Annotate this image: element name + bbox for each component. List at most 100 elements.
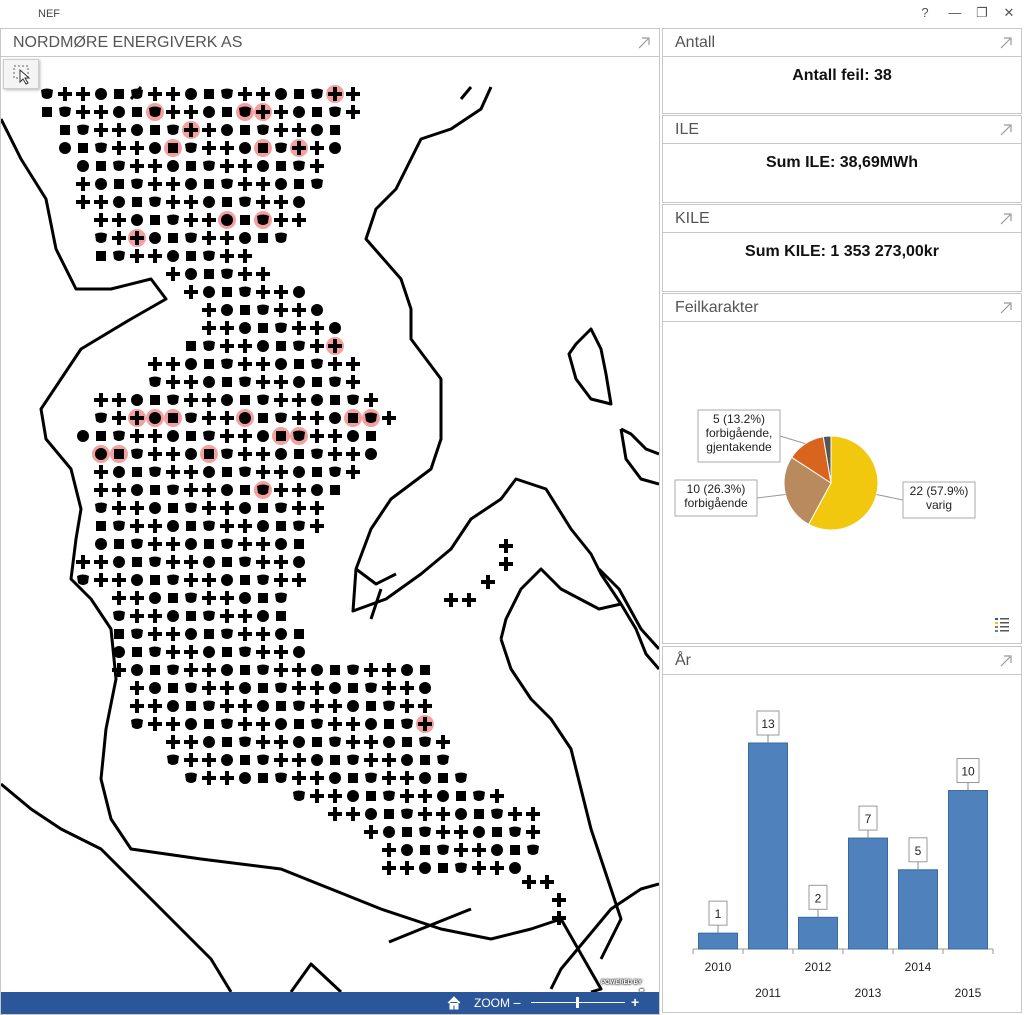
fault-symbol[interactable] [330,125,340,135]
fault-symbol[interactable] [329,772,341,784]
fault-symbol[interactable] [132,107,142,117]
fault-symbol[interactable] [382,861,396,875]
fault-symbol[interactable] [131,574,143,586]
fault-symbol[interactable] [239,646,251,658]
fault-symbol[interactable] [167,430,179,442]
restore-button[interactable]: ❐ [972,5,992,21]
fault-symbol[interactable] [346,87,360,101]
fault-symbol[interactable] [77,124,89,136]
fault-symbol[interactable] [364,735,378,749]
select-tool-button[interactable] [3,59,39,89]
fault-symbol[interactable] [540,875,554,889]
bar[interactable] [798,916,838,950]
fault-symbol[interactable] [274,645,288,659]
fault-symbol[interactable] [312,737,322,747]
fault-symbol[interactable] [131,484,143,496]
fault-symbol[interactable] [310,501,324,515]
fault-symbol[interactable] [365,772,377,784]
fault-symbol[interactable] [166,375,180,389]
fault-symbol[interactable] [311,358,323,370]
fault-symbol[interactable] [203,700,215,712]
fault-symbol[interactable] [274,195,288,209]
fault-symbol[interactable] [94,393,108,407]
fault-symbol[interactable] [276,161,286,171]
fault-symbol[interactable] [95,412,107,424]
fault-symbol[interactable] [203,520,215,532]
fault-symbol[interactable] [256,447,270,461]
fault-symbol[interactable] [220,699,234,713]
fault-symbol[interactable] [239,286,251,298]
fault-symbol[interactable] [240,485,250,495]
fault-symbol[interactable] [257,394,269,406]
fault-symbol[interactable] [167,124,179,136]
fault-symbol[interactable] [275,88,287,100]
fault-symbol[interactable] [131,538,143,550]
fault-symbol[interactable] [166,177,180,191]
expand-icon[interactable] [999,36,1013,50]
fault-symbol[interactable] [329,142,341,154]
legend-icon[interactable] [995,617,1009,633]
fault-symbol[interactable] [130,249,144,263]
fault-symbol[interactable] [220,249,234,263]
fault-symbol[interactable] [222,287,232,297]
fault-symbol[interactable] [292,123,306,137]
fault-symbol[interactable] [275,232,287,244]
fault-symbol[interactable] [186,341,196,351]
fault-symbol[interactable] [113,520,125,532]
fault-symbol[interactable] [292,501,306,515]
fault-symbol[interactable] [293,646,305,658]
fault-symbol[interactable] [310,141,324,155]
fault-symbol[interactable] [221,304,233,316]
map-canvas[interactable] [1,57,659,992]
fault-symbol[interactable] [168,503,178,513]
fault-symbol[interactable] [78,143,88,153]
fault-symbol[interactable] [149,646,161,658]
fault-symbol[interactable] [114,179,124,189]
fault-symbol[interactable] [202,303,216,317]
fault-symbol[interactable] [96,251,106,261]
fault-symbol[interactable] [258,233,268,243]
fault-symbol[interactable] [384,809,394,819]
fault-symbol[interactable] [437,790,449,802]
fault-symbol[interactable] [185,538,197,550]
fault-symbol[interactable] [113,466,125,478]
fault-symbol[interactable] [58,87,72,101]
fault-symbol[interactable] [254,103,272,121]
fault-symbol[interactable] [238,87,252,101]
fault-symbol[interactable] [185,592,197,604]
fault-symbol[interactable] [164,409,182,427]
fault-symbol[interactable] [276,341,286,351]
fault-symbol[interactable] [311,394,323,406]
fault-symbol[interactable] [94,465,108,479]
fault-symbol[interactable] [455,772,467,784]
fault-symbol[interactable] [220,429,234,443]
fault-symbol[interactable] [130,699,144,713]
fault-symbol[interactable] [258,593,268,603]
fault-symbol[interactable] [95,502,107,514]
fault-symbol[interactable] [149,592,161,604]
fault-symbol[interactable] [347,700,359,712]
fault-symbol[interactable] [167,160,179,172]
fault-symbol[interactable] [203,376,215,388]
fault-symbol[interactable] [522,875,536,889]
fault-symbol[interactable] [462,593,476,607]
fault-symbol[interactable] [77,430,89,442]
fault-symbol[interactable] [222,737,232,747]
fault-symbol[interactable] [131,214,143,226]
fault-symbol[interactable] [275,142,287,154]
fault-symbol[interactable] [128,409,146,427]
fault-symbol[interactable] [383,736,395,748]
fault-symbol[interactable] [148,717,162,731]
fault-symbol[interactable] [294,449,304,459]
fault-symbol[interactable] [400,771,414,785]
fault-symbol[interactable] [185,448,197,460]
fault-symbol[interactable] [236,103,254,121]
fault-symbol[interactable] [509,826,521,838]
minimize-button[interactable]: — [945,5,965,20]
fault-symbol[interactable] [146,103,164,121]
fault-symbol[interactable] [202,681,216,695]
fault-symbol[interactable] [416,715,434,733]
fault-symbol[interactable] [329,412,341,424]
fault-symbol[interactable] [166,105,180,119]
fault-symbol[interactable] [76,555,90,569]
